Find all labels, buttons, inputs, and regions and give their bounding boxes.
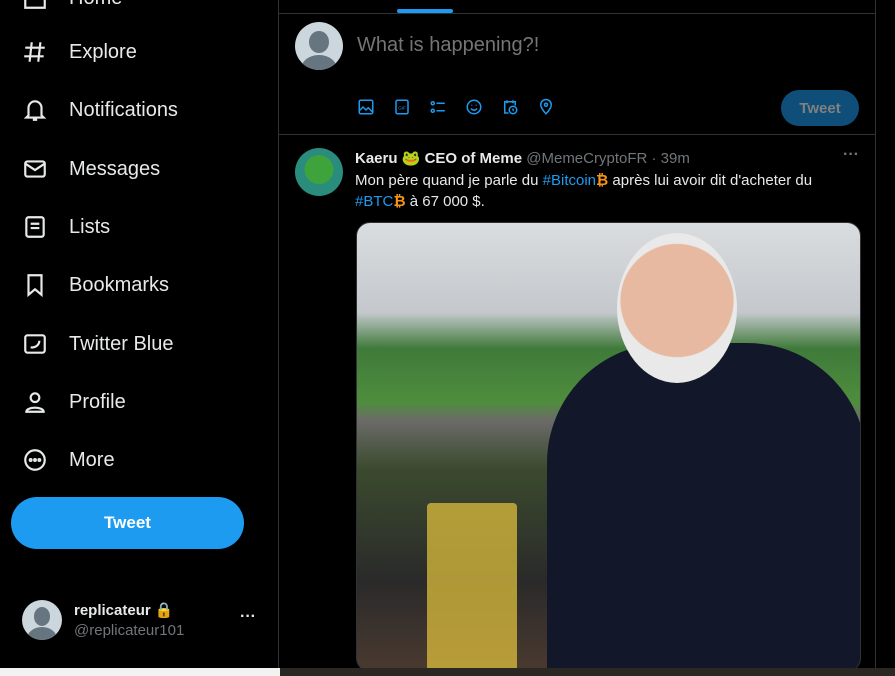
hashtag-icon [24, 42, 45, 62]
person-icon [25, 392, 45, 413]
emoji-icon[interactable] [465, 98, 483, 116]
bitcoin-icon: ₿ [596, 172, 609, 189]
author-handle[interactable]: @MemeCryptoFR [526, 150, 647, 167]
sidebar-item-profile[interactable]: Profile [22, 382, 126, 422]
bookmark-icon [27, 274, 43, 298]
sidebar: Home Explore Notifications Messages List… [0, 0, 278, 668]
sidebar-item-more[interactable]: More [22, 440, 115, 480]
sidebar-item-label: Messages [69, 157, 161, 180]
envelope-icon [24, 160, 46, 178]
home-icon [24, 0, 46, 9]
sidebar-item-explore[interactable]: Explore [22, 32, 137, 72]
sidebar-item-label: Explore [69, 40, 137, 63]
compose-input[interactable] [357, 34, 837, 57]
account-handle: @replicateur101 [74, 622, 185, 639]
sidebar-item-label: Profile [69, 390, 126, 413]
hashtag-link[interactable]: #BTC [355, 193, 393, 210]
sidebar-item-label: Notifications [69, 98, 178, 121]
bell-icon [23, 100, 47, 121]
avatar [295, 22, 343, 70]
tweet-text: Mon père quand je parle du #Bitcoin₿ apr… [355, 172, 813, 210]
sidebar-item-label: Bookmarks [69, 273, 170, 296]
divider [279, 13, 875, 14]
poll-icon[interactable] [429, 98, 447, 116]
twitter-blue-icon [24, 334, 46, 354]
sidebar-item-twitter-blue[interactable]: Twitter Blue [22, 324, 173, 364]
sidebar-item-home[interactable]: Home [22, 0, 122, 18]
avatar [22, 600, 62, 640]
svg-text:GIF: GIF [398, 105, 406, 110]
taskbar [0, 668, 895, 676]
sidebar-item-label: Lists [69, 215, 111, 238]
sidebar-item-bookmarks[interactable]: Bookmarks [22, 265, 169, 305]
compose-toolbar: GIF [357, 98, 555, 116]
more-icon[interactable]: ··· [240, 608, 256, 626]
author-name[interactable]: Kaeru 🐸 CEO of Meme [355, 150, 522, 167]
tweet-header: Kaeru 🐸 CEO of Meme @MemeCryptoFR · 39m [355, 149, 690, 167]
sidebar-item-label: Home [69, 0, 122, 10]
divider [279, 134, 875, 135]
tweet-time[interactable]: · 39m [652, 150, 690, 167]
more-icon[interactable]: ··· [843, 146, 859, 164]
account-switcher[interactable]: replicateur 🔒 @replicateur101 ··· [22, 600, 256, 640]
image-icon[interactable] [357, 98, 375, 116]
bitcoin-icon: ₿ [393, 193, 406, 210]
list-icon [25, 216, 45, 238]
compose-tweet-button[interactable]: Tweet [781, 90, 859, 126]
hashtag-link[interactable]: #Bitcoin [543, 172, 596, 189]
timeline: GIF Tweet Kaeru 🐸 CEO of Meme @MemeCrypt… [278, 0, 876, 672]
sidebar-item-label: More [69, 448, 115, 471]
account-name: replicateur [74, 602, 151, 619]
sidebar-item-messages[interactable]: Messages [22, 149, 160, 189]
schedule-icon[interactable] [501, 98, 519, 116]
tweet-media-image[interactable] [356, 222, 861, 672]
gif-icon[interactable]: GIF [393, 98, 411, 116]
sidebar-item-lists[interactable]: Lists [22, 207, 110, 247]
sidebar-item-notifications[interactable]: Notifications [22, 90, 178, 130]
sidebar-tweet-button[interactable]: Tweet [11, 497, 244, 549]
lock-icon: 🔒 [154, 602, 174, 619]
sidebar-item-label: Twitter Blue [69, 332, 174, 355]
location-icon[interactable] [537, 98, 555, 116]
tweet-author-avatar[interactable] [295, 148, 343, 196]
more-circle-icon [24, 449, 46, 471]
